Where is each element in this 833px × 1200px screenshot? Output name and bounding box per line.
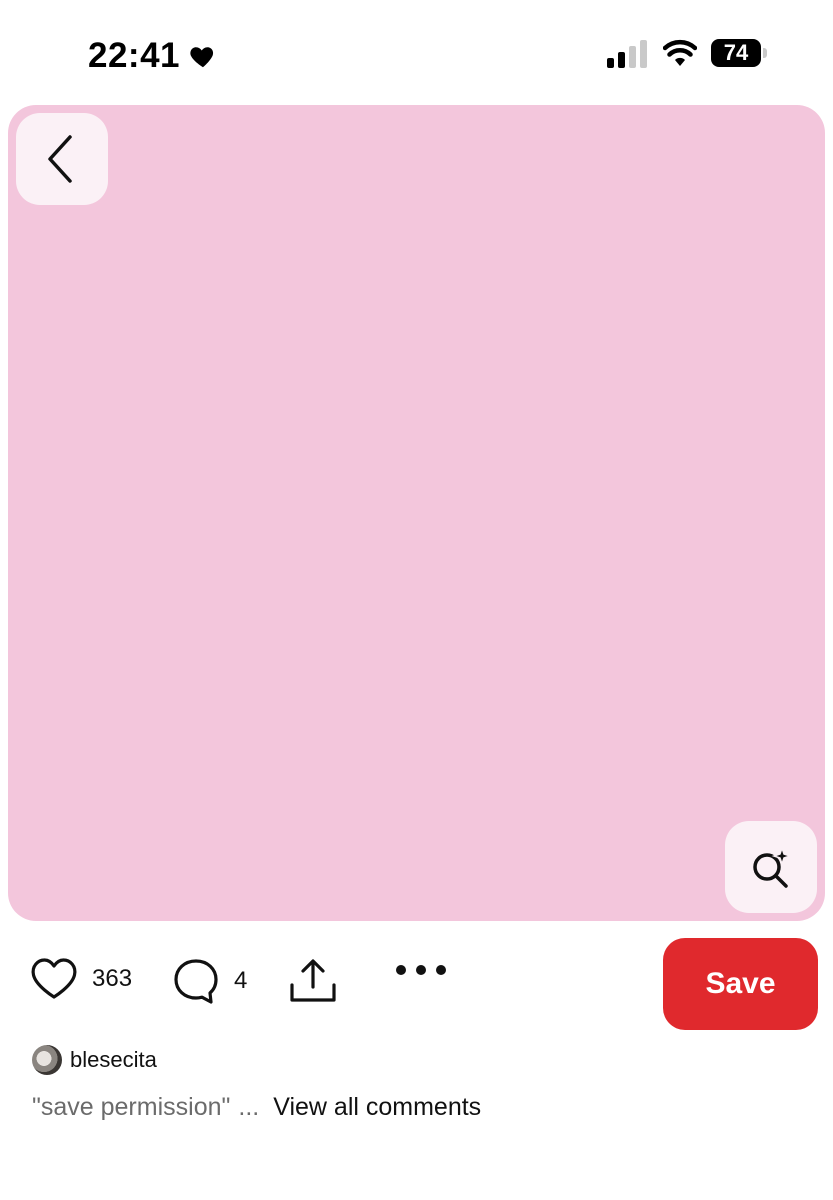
share-button[interactable] [288,957,338,1010]
battery-icon: 74 [711,39,767,67]
view-all-comments-link[interactable]: View all comments [273,1093,481,1122]
sparkle-search-icon [753,845,793,888]
heart-icon [188,41,218,71]
pin-detail-screen: 22:41 74 363 4 Save blesecita "save perm… [0,0,833,1200]
more-options-button[interactable] [396,965,446,975]
wifi-icon [663,39,697,66]
like-count: 363 [92,965,133,992]
avatar[interactable] [32,1045,62,1075]
cellular-signal-icon [607,38,647,68]
comment-ellipsis: ... [238,1093,260,1121]
status-time: 22:41 [88,36,181,75]
comment-snippet: "save permission" [32,1093,231,1121]
comment-bubble-icon [174,959,218,1004]
heart-outline-icon [31,958,77,999]
pin-image[interactable] [8,105,825,921]
status-time-group: 22:41 [88,36,218,76]
chevron-left-icon [48,135,72,183]
like-button[interactable]: 363 [30,957,132,1001]
visual-search-button[interactable] [725,821,817,913]
save-button[interactable]: Save [663,938,818,1030]
author-name[interactable]: blesecita [70,1047,157,1073]
status-bar: 22:41 74 [0,0,833,100]
share-icon [290,959,336,1002]
comment-count: 4 [234,967,248,994]
status-indicators: 74 [607,38,767,68]
more-dots-icon [396,965,446,975]
comment-button[interactable]: 4 [172,957,247,1005]
author-row[interactable]: blesecita [32,1045,157,1075]
comment-preview: "save permission" ... View all comments [32,1093,481,1122]
back-button[interactable] [16,113,108,205]
battery-level: 74 [723,40,749,65]
